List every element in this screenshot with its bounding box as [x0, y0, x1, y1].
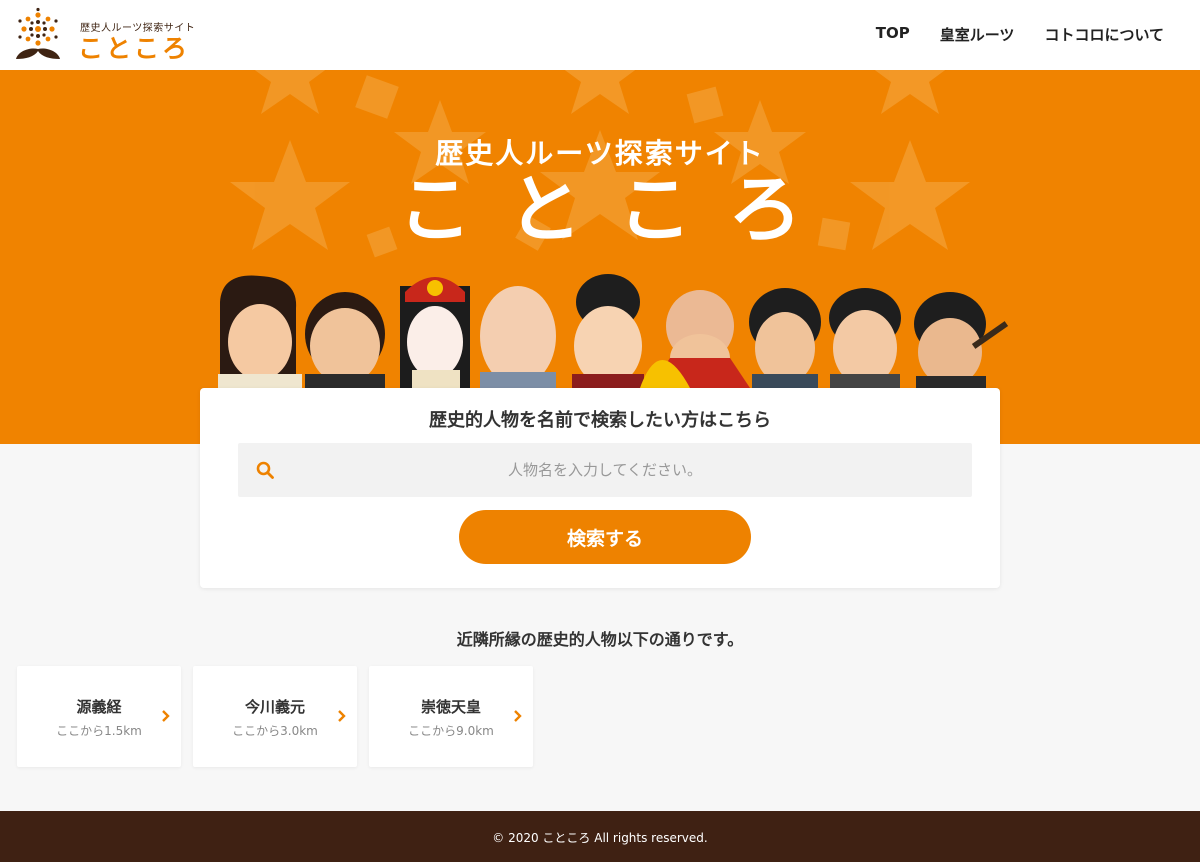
nearby-heading: 近隣所縁の歴史的人物以下の通りです。	[456, 630, 744, 649]
nearby-card[interactable]: 源義経 ここから1.5km	[17, 666, 181, 767]
nearby-card-name: 源義経	[76, 698, 122, 716]
search-input[interactable]	[238, 443, 972, 497]
nearby-card-distance: ここから9.0km	[408, 724, 494, 738]
nearby-card-distance: ここから3.0km	[232, 724, 318, 738]
nav-item-about[interactable]: コトコロについて	[1044, 24, 1164, 45]
copyright-text: © 2020 こところ All rights reserved.	[492, 831, 708, 845]
nearby-card-name: 今川義元	[244, 698, 305, 716]
logo-title: こところ	[78, 34, 191, 63]
site-logo[interactable]: 歴史人ルーツ探索サイト こところ	[12, 7, 202, 63]
chevron-right-icon	[162, 710, 170, 722]
main-nav: TOP 皇室ルーツ コトコロについて	[846, 24, 1164, 45]
search-button[interactable]: 検索する	[459, 510, 751, 564]
search-field[interactable]	[238, 443, 972, 497]
nearby-card[interactable]: 崇徳天皇 ここから9.0km	[369, 666, 533, 767]
site-header: 歴史人ルーツ探索サイト こところ TOP 皇室ルーツ コトコロについて	[0, 0, 1200, 70]
chevron-right-icon	[338, 710, 346, 722]
nearby-card[interactable]: 今川義元 ここから3.0km	[193, 666, 357, 767]
nearby-list: 源義経 ここから1.5km 今川義元 ここから3.0km 崇徳天皇 ここから9.…	[17, 666, 545, 767]
search-icon	[256, 461, 274, 479]
nearby-card-name: 崇徳天皇	[420, 698, 481, 716]
site-footer: © 2020 こところ All rights reserved.	[0, 811, 1200, 862]
logo-flower-icon	[16, 7, 60, 59]
chevron-right-icon	[514, 710, 522, 722]
hero-subtitle: 歴史人ルーツ探索サイト	[435, 137, 765, 170]
nav-item-top[interactable]: TOP	[876, 24, 910, 45]
search-heading: 歴史的人物を名前で検索したい方はこちら	[429, 410, 771, 431]
hero-title: こところ	[398, 167, 838, 253]
nav-item-imperial-roots[interactable]: 皇室ルーツ	[940, 24, 1015, 45]
search-panel: 歴史的人物を名前で検索したい方はこちら 検索する	[200, 388, 1000, 588]
historical-figures-illustration	[218, 274, 1009, 388]
nearby-card-distance: ここから1.5km	[56, 724, 142, 738]
